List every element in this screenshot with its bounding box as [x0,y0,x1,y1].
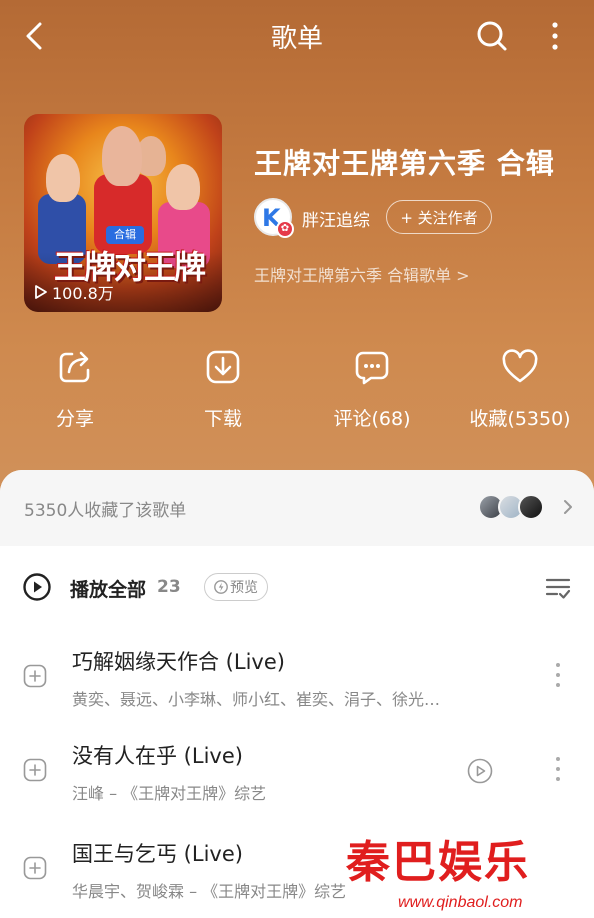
play-all-icon[interactable] [22,572,52,602]
comment-icon [355,351,389,385]
song-row[interactable]: 没有人在乎 (Live) 汪峰 – 《王牌对王牌》综艺 [0,726,594,816]
song-artists: 华晨宇、贺峻霖 – 《王牌对王牌》综艺 [72,882,347,901]
author-avatar[interactable]: K ✿ [254,198,294,238]
playlist-cover[interactable]: 合辑 王牌对王牌 100.8万 [24,114,222,312]
song-row[interactable]: 巧解姻缘天作合 (Live) 黄奕、聂远、小李琳、师小红、崔奕、涓子、徐光… [0,632,594,722]
song-title: 没有人在乎 (Live) [72,744,243,768]
follow-author-button[interactable]: + 关注作者 [386,200,492,234]
song-more-icon[interactable] [550,754,566,784]
collector-avatars [478,494,544,520]
watermark: 秦巴娱乐 www.qinbaol.com [340,826,590,918]
song-more-icon[interactable] [550,660,566,690]
share-icon [59,351,90,383]
collectors-text: 5350人收藏了该歌单 [24,501,187,521]
add-song-icon[interactable] [23,758,47,782]
comment-button[interactable]: 评论(68) [302,348,442,431]
add-song-icon[interactable] [23,664,47,688]
song-title: 国王与乞丐 (Live) [72,842,243,866]
search-icon[interactable] [474,18,510,54]
download-icon [206,350,240,384]
playlist-title: 王牌对王牌第六季 合辑 [254,147,555,180]
heart-icon [502,349,538,383]
lightning-icon [214,580,228,594]
song-title: 巧解姻缘天作合 (Live) [72,650,285,674]
song-artists: 汪峰 – 《王牌对王牌》综艺 [72,784,267,803]
top-bar: 歌单 [0,0,594,70]
verified-badge-icon: ✿ [276,220,294,238]
playlist-description-link[interactable]: 王牌对王牌第六季 合辑歌单 > [254,262,470,286]
play-count-icon [35,285,47,299]
action-bar: 分享 下载 评论(68) 收藏(5350) [0,348,594,438]
collectors-bar[interactable]: 5350人收藏了该歌单 [0,470,594,546]
song-artists: 黄奕、聂远、小李琳、师小红、崔奕、涓子、徐光… [72,690,441,709]
download-button[interactable]: 下载 [153,348,293,431]
watermark-url: www.qinbaol.com [398,894,523,911]
comment-label: 评论(68) [333,408,411,430]
add-song-icon[interactable] [23,856,47,880]
favorite-button[interactable]: 收藏(5350) [450,348,590,431]
play-count-value: 100.8万 [52,284,114,303]
more-options-icon[interactable] [540,18,570,54]
song-count: 23 [157,577,181,597]
mv-play-icon[interactable] [467,758,493,784]
watermark-text: 秦巴娱乐 [346,837,530,888]
share-button[interactable]: 分享 [5,348,145,431]
favorite-label: 收藏(5350) [469,408,571,430]
share-label: 分享 [55,408,94,430]
author-name[interactable]: 胖汪追综 [302,206,370,231]
multi-select-icon[interactable] [544,574,572,602]
play-all-row: 播放全部 23 预览 [0,560,594,616]
play-all-button[interactable]: 播放全部 [70,575,146,602]
download-label: 下载 [203,408,242,430]
avatar [518,494,544,520]
preview-label: 预览 [230,580,258,596]
preview-button[interactable]: 预览 [204,573,268,601]
play-count: 100.8万 [34,280,114,304]
chevron-right-icon [560,496,576,518]
